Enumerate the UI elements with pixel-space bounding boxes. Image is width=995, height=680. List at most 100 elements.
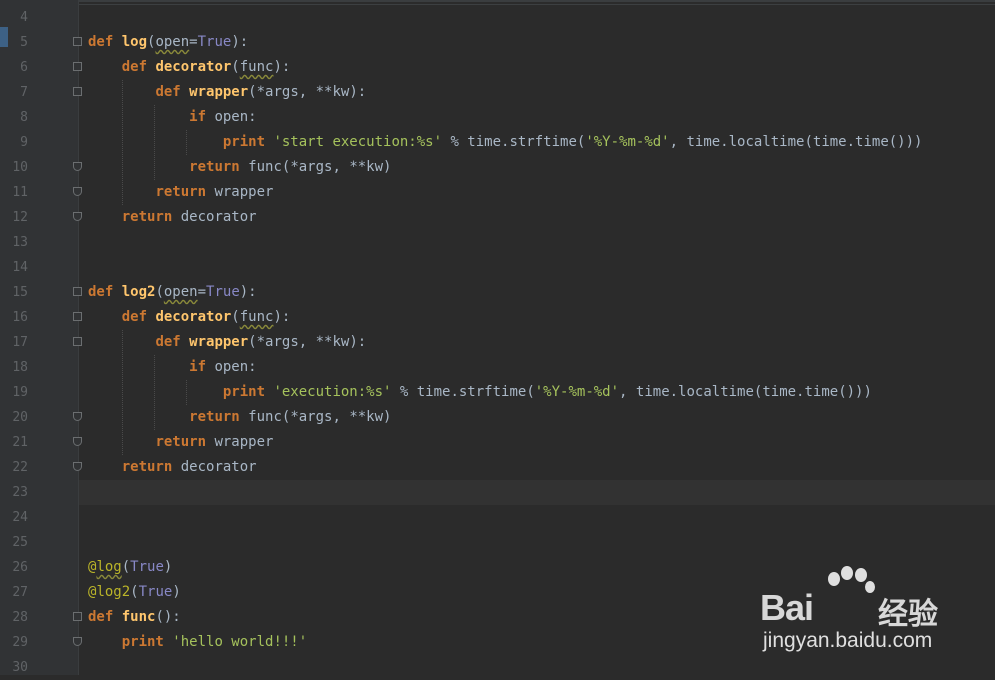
code-line[interactable]: 12 return decorator: [0, 205, 995, 230]
code-token: % time.strftime(: [391, 384, 535, 400]
code-token: def: [88, 609, 122, 625]
code-token: open: [163, 284, 198, 300]
line-number: 12: [12, 210, 28, 225]
code-token: wrapper: [189, 334, 249, 350]
code-line[interactable]: 13: [0, 230, 995, 255]
code-text: @log(True): [88, 555, 172, 580]
fold-marker-icon[interactable]: [73, 412, 82, 421]
code-token: def: [155, 84, 190, 100]
line-number: 15: [12, 285, 28, 300]
code-text: print 'start execution:%s' % time.strfti…: [88, 130, 923, 155]
code-text: if open:: [88, 355, 257, 380]
code-text: return wrapper: [88, 430, 273, 455]
fold-marker-icon[interactable]: [73, 62, 82, 71]
code-text: def wrapper(*args, **kw):: [88, 80, 366, 105]
code-text: def decorator(func):: [88, 305, 291, 330]
code-token: decorator: [155, 59, 232, 75]
code-line[interactable]: 24: [0, 505, 995, 530]
code-token: ):: [273, 309, 291, 325]
code-line[interactable]: 19 print 'execution:%s' % time.strftime(…: [0, 380, 995, 405]
code-token: func(*args, **kw): [248, 159, 392, 175]
line-number: 23: [12, 485, 28, 500]
code-token: (*args, **kw):: [248, 334, 367, 350]
watermark-brand-cn: 经验: [878, 597, 938, 632]
code-line[interactable]: 4: [0, 5, 995, 30]
fold-marker-icon[interactable]: [73, 87, 82, 96]
code-line[interactable]: 7 def wrapper(*args, **kw):: [0, 80, 995, 105]
code-line[interactable]: 23: [0, 480, 995, 505]
code-token: return: [121, 459, 181, 475]
code-token: '%Y-%m-%d': [534, 384, 620, 400]
code-line[interactable]: 20 return func(*args, **kw): [0, 405, 995, 430]
code-token: def: [88, 34, 122, 50]
fold-marker-icon[interactable]: [73, 337, 82, 346]
code-text: def wrapper(*args, **kw):: [88, 330, 366, 355]
fold-marker-icon[interactable]: [73, 637, 82, 646]
code-token: decorator: [180, 209, 257, 225]
code-token: True: [197, 34, 232, 50]
line-number: 29: [12, 635, 28, 650]
fold-marker-icon[interactable]: [73, 212, 82, 221]
code-token: (: [121, 559, 131, 575]
code-line[interactable]: 17 def wrapper(*args, **kw):: [0, 330, 995, 355]
code-line[interactable]: 25: [0, 530, 995, 555]
code-line[interactable]: 11 return wrapper: [0, 180, 995, 205]
indent-guide: [122, 80, 123, 205]
code-token: , time.localtime(time.time())): [669, 134, 923, 150]
code-token: '%Y-%m-%d': [585, 134, 670, 150]
indent-guide: [122, 330, 123, 455]
code-token: True: [138, 584, 173, 600]
line-number: 19: [12, 385, 28, 400]
code-line[interactable]: 5 def log(open=True):: [0, 30, 995, 55]
code-token: 'execution:%s': [273, 384, 392, 400]
fold-marker-icon[interactable]: [73, 37, 82, 46]
indent-guide: [154, 355, 155, 430]
code-text: return decorator: [88, 455, 257, 480]
code-token: (: [155, 284, 164, 300]
code-token: print: [222, 384, 274, 400]
line-number: 7: [20, 85, 28, 100]
code-token: True: [206, 284, 240, 300]
fold-marker-icon[interactable]: [73, 287, 82, 296]
watermark-url: jingyan.baidu.com: [763, 629, 933, 652]
code-text: if open:: [88, 105, 256, 130]
code-token: print: [222, 134, 274, 150]
fold-marker-icon[interactable]: [73, 612, 82, 621]
code-token: def: [88, 284, 122, 300]
code-token: wrapper: [214, 434, 274, 450]
line-number: 22: [12, 460, 28, 475]
code-line[interactable]: 15 def log2(open=True):: [0, 280, 995, 305]
code-line[interactable]: 9 print 'start execution:%s' % time.strf…: [0, 130, 995, 155]
code-token: log: [96, 559, 122, 575]
code-line[interactable]: 8 if open:: [0, 105, 995, 130]
line-number: 6: [20, 60, 28, 75]
code-line[interactable]: 16 def decorator(func):: [0, 305, 995, 330]
code-line[interactable]: 18 if open:: [0, 355, 995, 380]
code-token: open:: [214, 359, 257, 375]
code-line[interactable]: 22 return decorator: [0, 455, 995, 480]
fold-marker-icon[interactable]: [73, 462, 82, 471]
code-line[interactable]: 10 return func(*args, **kw): [0, 155, 995, 180]
code-line[interactable]: 21 return wrapper: [0, 430, 995, 455]
fold-marker-icon[interactable]: [73, 162, 82, 171]
fold-marker-icon[interactable]: [73, 312, 82, 321]
fold-marker-icon[interactable]: [73, 187, 82, 196]
code-token: func: [239, 59, 274, 75]
code-token: ):: [231, 34, 249, 50]
code-token: (: [231, 309, 240, 325]
code-token: return: [189, 159, 249, 175]
fold-marker-icon[interactable]: [73, 437, 82, 446]
indent-guide: [186, 380, 187, 405]
code-line[interactable]: 14: [0, 255, 995, 280]
baidu-paw-icon: [828, 566, 875, 593]
code-line[interactable]: 6 def decorator(func):: [0, 55, 995, 80]
code-token: ):: [273, 59, 291, 75]
code-token: wrapper: [214, 184, 274, 200]
line-number: 13: [12, 235, 28, 250]
